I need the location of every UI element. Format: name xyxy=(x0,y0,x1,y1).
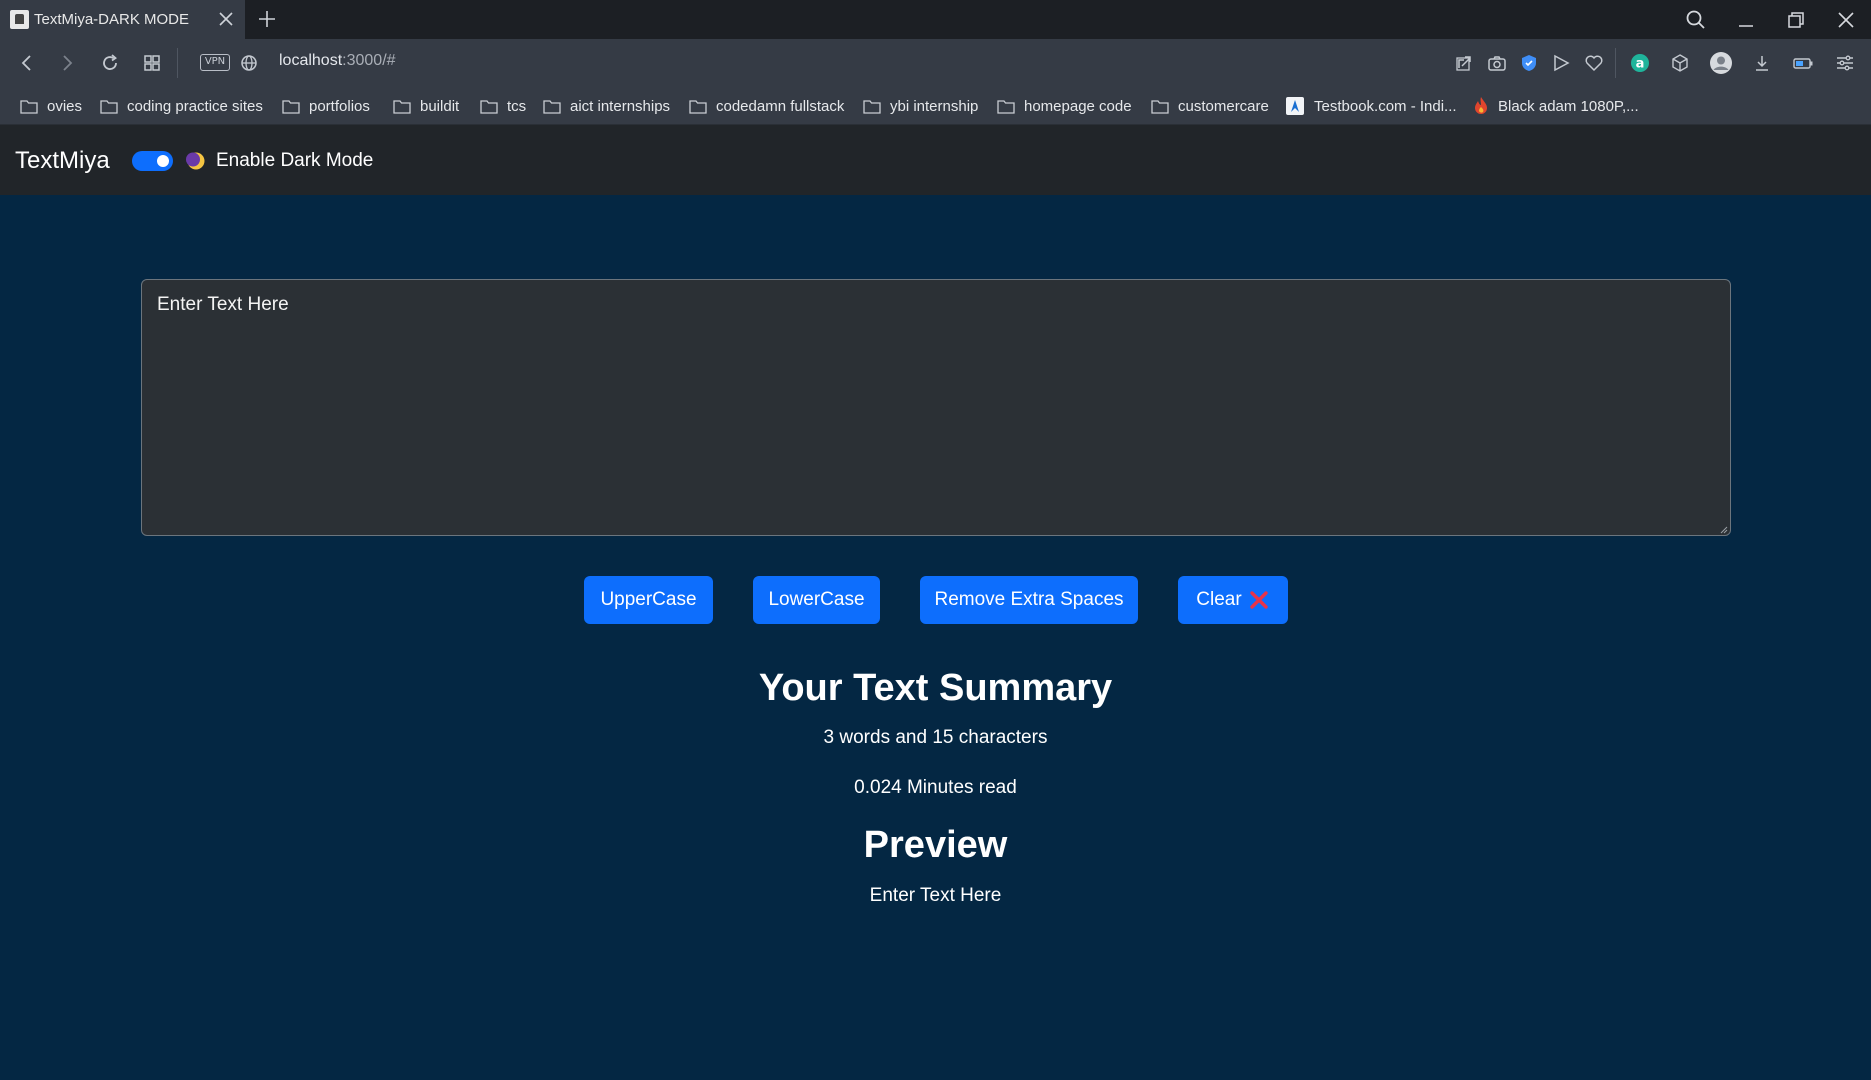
bookmark-link[interactable]: Testbook.com - Indi... xyxy=(1285,96,1457,116)
dark-mode-label[interactable]: Enable Dark Mode xyxy=(216,150,373,172)
url-path: :3000/# xyxy=(342,52,396,69)
bookmark-label: aict internships xyxy=(570,97,671,115)
heart-icon[interactable] xyxy=(1582,51,1606,75)
lowercase-button[interactable]: LowerCase xyxy=(753,576,880,624)
brand-logo-text[interactable]: TextMiya xyxy=(15,147,110,175)
bookmark-label: Black adam 1080P,... xyxy=(1498,97,1639,115)
clear-button[interactable]: Clear xyxy=(1178,576,1288,624)
bookmark-folder[interactable]: portfolios xyxy=(282,96,370,116)
extensions-cube-icon[interactable] xyxy=(1668,51,1692,75)
url-host: localhost xyxy=(279,52,343,69)
bookmark-folder[interactable]: aict internships xyxy=(543,96,670,116)
moon-icon xyxy=(186,152,205,170)
folder-icon xyxy=(282,99,300,114)
svg-text:a: a xyxy=(1636,57,1645,72)
bookmark-folder[interactable]: buildit xyxy=(393,96,459,116)
forward-icon[interactable] xyxy=(55,51,79,75)
bookmarks-bar: ovies coding practice sites portfolios b… xyxy=(0,87,1871,125)
flame-favicon-icon xyxy=(1475,97,1487,114)
folder-icon xyxy=(480,99,498,114)
close-tab-icon[interactable] xyxy=(216,9,236,29)
browser-tab-strip: TextMiya-DARK MODE xyxy=(0,0,1871,39)
bookmark-folder[interactable]: customercare xyxy=(1151,96,1269,116)
close-window-icon[interactable] xyxy=(1833,7,1859,33)
cross-mark-icon xyxy=(1250,591,1268,609)
text-input-area[interactable]: Enter Text Here xyxy=(141,279,1731,536)
browser-toolbar: VPN localhost:3000/# a xyxy=(0,39,1871,87)
bookmark-label: coding practice sites xyxy=(127,97,263,115)
reload-icon[interactable] xyxy=(98,51,122,75)
testbook-favicon-icon xyxy=(1286,97,1304,115)
resize-grip-icon[interactable] xyxy=(1718,524,1728,534)
clear-button-label: Clear xyxy=(1196,589,1242,610)
bookmark-label: customercare xyxy=(1178,97,1269,115)
dark-mode-toggle[interactable] xyxy=(132,151,173,171)
preview-text: Enter Text Here xyxy=(869,885,1002,906)
bookmark-folder[interactable]: tcs xyxy=(480,96,526,116)
summary-heading: Your Text Summary xyxy=(758,667,1113,709)
battery-saver-icon[interactable] xyxy=(1791,51,1815,75)
bookmark-label: Testbook.com - Indi... xyxy=(1314,97,1457,115)
bookmark-link[interactable]: Black adam 1080P,... xyxy=(1473,96,1639,116)
toggle-knob xyxy=(157,155,169,167)
send-icon[interactable] xyxy=(1549,51,1573,75)
bookmark-folder[interactable]: codedamn fullstack xyxy=(689,96,844,116)
bookmark-label: ybi internship xyxy=(890,97,979,115)
bookmark-label: tcs xyxy=(507,97,527,115)
share-icon[interactable] xyxy=(1452,51,1476,75)
folder-icon xyxy=(20,99,38,114)
camera-icon[interactable] xyxy=(1485,51,1509,75)
remove-extra-spaces-button[interactable]: Remove Extra Spaces xyxy=(920,576,1138,624)
bookmark-folder[interactable]: coding practice sites xyxy=(100,96,263,116)
back-icon[interactable] xyxy=(15,51,39,75)
speed-dial-icon[interactable] xyxy=(140,51,164,75)
folder-icon xyxy=(393,99,411,114)
folder-icon xyxy=(997,99,1015,114)
read-time: 0.024 Minutes read xyxy=(854,777,1017,798)
tab-title: TextMiya-DARK MODE xyxy=(34,11,190,28)
amazon-assistant-icon[interactable]: a xyxy=(1628,51,1652,75)
bookmark-label: buildit xyxy=(420,97,460,115)
shield-icon[interactable] xyxy=(1517,51,1541,75)
globe-icon[interactable] xyxy=(237,51,261,75)
bookmark-label: portfolios xyxy=(309,97,370,115)
folder-icon xyxy=(863,99,881,114)
new-tab-icon[interactable] xyxy=(256,8,278,30)
address-bar[interactable]: localhost:3000/# xyxy=(279,52,396,70)
bookmark-label: codedamn fullstack xyxy=(716,97,845,115)
bookmark-label: homepage code xyxy=(1024,97,1132,115)
search-tabs-icon[interactable] xyxy=(1683,7,1709,33)
browser-tab-active[interactable]: TextMiya-DARK MODE xyxy=(0,0,245,39)
folder-icon xyxy=(100,99,118,114)
uppercase-button[interactable]: UpperCase xyxy=(584,576,713,624)
bookmark-folder[interactable]: homepage code xyxy=(997,96,1132,116)
download-icon[interactable] xyxy=(1750,51,1774,75)
bookmark-folder[interactable]: ybi internship xyxy=(863,96,978,116)
preview-heading: Preview xyxy=(863,824,1008,866)
vpn-badge[interactable]: VPN xyxy=(200,54,230,71)
minimize-window-icon[interactable] xyxy=(1733,7,1759,33)
folder-icon xyxy=(543,99,561,114)
easy-setup-icon[interactable] xyxy=(1833,51,1857,75)
bookmark-label: ovies xyxy=(47,97,83,115)
restore-window-icon[interactable] xyxy=(1783,7,1809,33)
bookmark-folder[interactable]: ovies xyxy=(20,96,82,116)
site-favicon-icon xyxy=(10,10,29,29)
folder-icon xyxy=(689,99,707,114)
profile-avatar-icon[interactable] xyxy=(1709,51,1733,75)
folder-icon xyxy=(1151,99,1169,114)
word-char-count: 3 words and 15 characters xyxy=(823,727,1048,748)
